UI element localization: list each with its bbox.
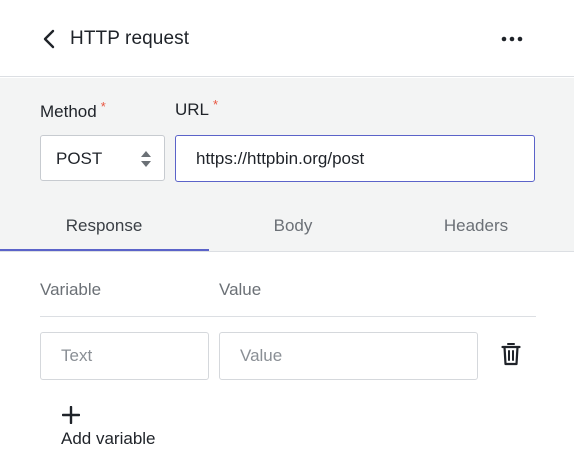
tab-response[interactable]: Response: [9, 216, 199, 252]
plus-icon: [62, 406, 80, 424]
page-title: HTTP request: [70, 28, 190, 49]
more-horizontal-icon: [501, 36, 523, 42]
variable-name-input[interactable]: [40, 332, 209, 380]
column-header-value: Value: [219, 280, 262, 299]
active-tab-indicator: [0, 249, 209, 251]
http-request-panel: HTTP request Method* URL* POST Response …: [0, 0, 574, 474]
url-input[interactable]: [175, 135, 535, 182]
url-label: URL *: [175, 97, 219, 120]
required-marker: *: [213, 97, 219, 112]
add-variable-label: Add variable: [61, 429, 156, 448]
tab-body[interactable]: Body: [198, 216, 388, 252]
trash-icon: [501, 343, 521, 366]
tab-headers[interactable]: Headers: [381, 216, 571, 252]
sort-arrows-icon: [141, 151, 151, 167]
method-label-text: Method: [40, 102, 97, 121]
delete-row-button[interactable]: [499, 341, 523, 367]
panel-header: HTTP request: [0, 0, 574, 77]
column-header-variable: Variable: [40, 280, 102, 299]
more-options-button[interactable]: [496, 26, 528, 52]
variable-value-input[interactable]: [219, 332, 478, 380]
url-label-text: URL: [175, 100, 210, 119]
add-variable-button[interactable]: Add variable: [58, 402, 168, 452]
required-marker: *: [100, 99, 106, 114]
table-divider: [40, 316, 536, 317]
method-selected-value: POST: [56, 149, 103, 168]
method-label: Method *: [40, 99, 106, 122]
request-config-section: Method* URL* POST Response Body Headers: [0, 78, 574, 252]
chevron-left-icon: [43, 29, 55, 49]
method-select[interactable]: POST: [40, 135, 165, 181]
back-button[interactable]: [36, 26, 62, 52]
